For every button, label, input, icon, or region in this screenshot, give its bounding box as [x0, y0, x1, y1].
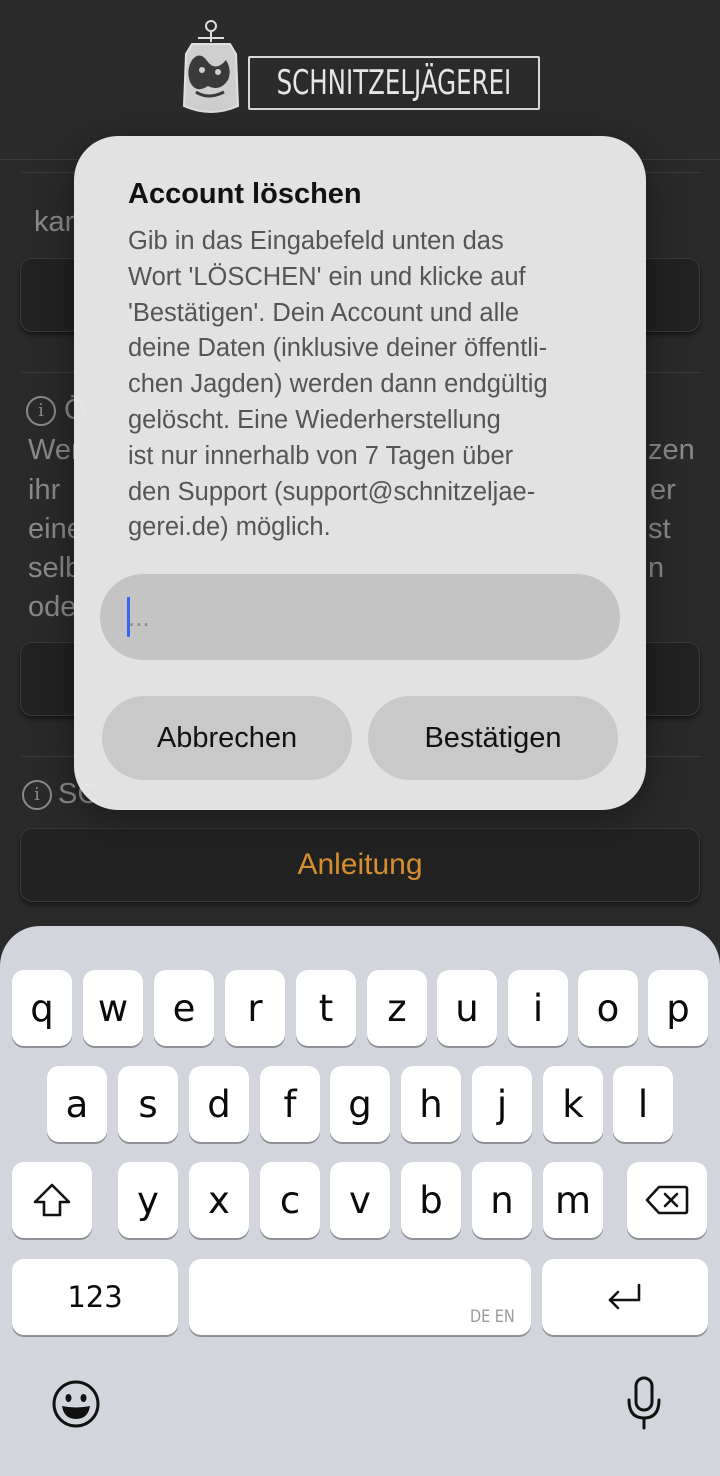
key-g[interactable]: g — [330, 1066, 390, 1142]
info-text-line: st — [648, 513, 671, 545]
info-text-line: n — [648, 552, 665, 584]
key-x[interactable]: x — [189, 1162, 249, 1238]
key-p[interactable]: p — [648, 970, 708, 1046]
key-j[interactable]: j — [472, 1066, 532, 1142]
return-icon — [608, 1283, 641, 1310]
key-k[interactable]: k — [543, 1066, 603, 1142]
key-m[interactable]: m — [543, 1162, 603, 1238]
text-cursor — [127, 597, 130, 637]
cancel-button[interactable]: Abbrechen — [102, 696, 352, 780]
key-d[interactable]: d — [189, 1066, 249, 1142]
key-f[interactable]: f — [260, 1066, 320, 1142]
key-u[interactable]: u — [437, 970, 497, 1046]
dialog-message-line: gerei.de) möglich. — [128, 513, 331, 542]
dialog-message-line: Wort 'LÖSCHEN' ein und klicke auf — [128, 262, 526, 291]
dialog-message-line: ist nur innerhalb von 7 Tagen über — [128, 441, 514, 470]
info-text-line: ode — [28, 591, 77, 623]
key-h[interactable]: h — [401, 1066, 461, 1142]
key-b[interactable]: b — [401, 1162, 461, 1238]
info-text-line: er — [650, 474, 676, 506]
background-label: kar — [34, 206, 75, 238]
dialog-title: Account löschen — [128, 178, 362, 210]
key-l[interactable]: l — [613, 1066, 673, 1142]
logo-emblem-icon — [182, 20, 240, 113]
key-c[interactable]: c — [260, 1162, 320, 1238]
key-r[interactable]: r — [225, 970, 285, 1046]
on-screen-keyboard: q w e r t z u i o p a s d f g h j k l y … — [0, 926, 720, 1476]
key-i[interactable]: i — [508, 970, 568, 1046]
shift-icon — [33, 1183, 71, 1217]
anleitung-button[interactable]: Anleitung — [20, 828, 700, 902]
key-o[interactable]: o — [578, 970, 638, 1046]
confirmation-input[interactable] — [100, 574, 620, 660]
dialog-message-line: Gib in das Eingabefeld unten das — [128, 227, 504, 255]
logo-wordmark-box: SCHNITZELJÄGEREI — [248, 56, 540, 110]
key-w[interactable]: w — [83, 970, 143, 1046]
shift-key[interactable] — [12, 1162, 92, 1238]
emoji-icon[interactable] — [51, 1379, 101, 1429]
app-logo: SCHNITZELJÄGEREI — [178, 20, 543, 122]
dialog-message-line: den Support (support@schnitzeljae- — [128, 477, 536, 506]
info-icon: i — [26, 396, 56, 426]
key-a[interactable]: a — [47, 1066, 107, 1142]
key-v[interactable]: v — [330, 1162, 390, 1238]
confirm-button[interactable]: Bestätigen — [368, 696, 618, 780]
logo-wordmark: SCHNITZELJÄGEREI — [276, 63, 512, 103]
key-n[interactable]: n — [472, 1162, 532, 1238]
space-language-hint: DE EN — [470, 1307, 516, 1327]
key-q[interactable]: q — [12, 970, 72, 1046]
microphone-icon[interactable] — [624, 1376, 664, 1432]
key-e[interactable]: e — [154, 970, 214, 1046]
return-key[interactable] — [542, 1259, 708, 1335]
dialog-message-line: gelöscht. Eine Wiederherstellung — [128, 405, 501, 434]
key-z[interactable]: z — [367, 970, 427, 1046]
space-bar[interactable]: DE EN — [189, 1259, 531, 1335]
dialog-message-line: deine Daten (inklusive deiner öffentli- — [128, 334, 548, 363]
numbers-key[interactable]: 123 — [12, 1259, 178, 1335]
key-t[interactable]: t — [296, 970, 356, 1046]
backspace-key[interactable] — [627, 1162, 707, 1238]
dialog-message-line: chen Jagden) werden dann endgültig — [128, 370, 548, 399]
info-icon: i — [22, 780, 52, 810]
backspace-icon — [645, 1185, 689, 1215]
dialog-message-line: 'Bestätigen'. Dein Account und alle — [128, 298, 520, 327]
delete-account-dialog: Account löschen Gib in das Eingabefeld u… — [74, 136, 646, 810]
key-s[interactable]: s — [118, 1066, 178, 1142]
info-text-line: zen — [648, 434, 695, 466]
info-text-line: ihr — [28, 474, 61, 506]
dialog-message: Gib in das Eingabefeld unten das Wort 'L… — [128, 224, 608, 546]
info-text-line: Wer — [28, 434, 81, 466]
key-y[interactable]: y — [118, 1162, 178, 1238]
